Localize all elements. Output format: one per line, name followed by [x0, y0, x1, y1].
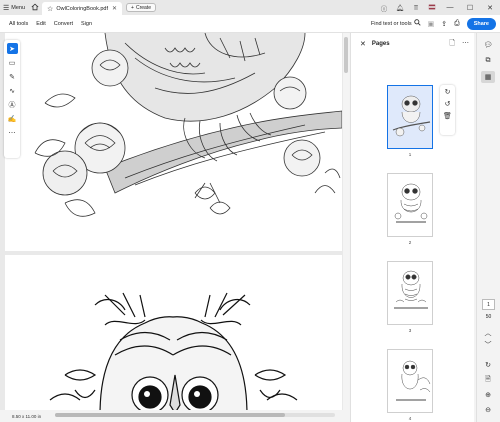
select-cursor-icon[interactable]: ➤: [6, 43, 18, 54]
menu-sign[interactable]: Sign: [77, 21, 96, 27]
delete-page-icon[interactable]: 🗑︎: [443, 112, 452, 120]
acrobat-window: ☰ Menu ☆ OwlColoringBook.pdf ✕ + Create …: [0, 0, 500, 422]
insert-page-icon[interactable]: 🗋︎: [449, 39, 455, 50]
menu-button[interactable]: ☰ Menu: [0, 0, 28, 15]
menu-label: Menu: [11, 4, 26, 11]
owl-on-branch-illustration: [34, 33, 342, 217]
window-controls: ⓘ 🔔︎ ⠿ — ☐ ✕: [376, 0, 500, 15]
menu-all-tools[interactable]: All tools: [0, 21, 32, 27]
upload-icon[interactable]: ⇪: [441, 20, 447, 28]
home-icon: [31, 3, 39, 13]
create-button[interactable]: + Create: [126, 3, 156, 12]
highlight-pen-icon[interactable]: ✎: [7, 71, 18, 82]
thumbnail-2-number: 2: [408, 240, 412, 245]
thumbnail-4-image: [396, 360, 431, 401]
horizontal-scrollbar[interactable]: [55, 413, 335, 417]
find-button[interactable]: Find text or tools: [371, 19, 421, 28]
vertical-scrollbar[interactable]: [343, 33, 349, 410]
print-icon[interactable]: ⎙: [454, 20, 460, 28]
zoom-in-icon[interactable]: ⊕: [481, 389, 495, 401]
comment-icon[interactable]: ▭: [7, 57, 18, 68]
pdf-page-2: [5, 255, 342, 410]
horizontal-scroll-thumb[interactable]: [55, 413, 285, 417]
save-icon[interactable]: ▣: [428, 20, 435, 28]
page-thumbnail-1[interactable]: [387, 85, 433, 149]
find-label: Find text or tools: [370, 20, 412, 27]
status-bar: 8.50 x 11.00 in: [0, 410, 349, 422]
page-thumbnail-4[interactable]: [387, 349, 433, 413]
thumbnail-actions: ↻ ↺ 🗑︎: [440, 85, 455, 135]
rotate-clockwise-icon[interactable]: ↻: [445, 88, 451, 96]
panel-actions: 🗋︎ ⋯: [449, 39, 475, 50]
title-bar: ☰ Menu ☆ OwlColoringBook.pdf ✕ + Create …: [0, 0, 500, 15]
bookmark-panel-icon[interactable]: ⧉: [481, 55, 495, 67]
document-viewport[interactable]: [0, 33, 349, 410]
comments-icon[interactable]: 💬︎: [481, 39, 495, 51]
zoom-out-icon[interactable]: ⊖: [481, 404, 495, 416]
thumbnail-2-image: [394, 183, 428, 223]
page-thumbnail-3[interactable]: [387, 261, 433, 325]
bell-icon[interactable]: 🔔︎: [392, 4, 408, 12]
help-icon[interactable]: ⓘ: [376, 3, 392, 13]
pages-panel-title: Pages: [371, 41, 390, 47]
owl-face-illustration: [49, 292, 298, 410]
thumbnail-1-image: [392, 95, 431, 137]
pages-panel: ✕ Pages 🗋︎ ⋯ 1 2 3 4: [350, 33, 474, 422]
refresh-icon[interactable]: ↻: [481, 359, 495, 371]
menubar-right: Find text or tools ▣ ⇪ ⎙ Share: [371, 17, 500, 30]
search-icon: [413, 19, 421, 28]
tab-title: OwlColoringBook.pdf: [56, 5, 108, 12]
total-pages-label: 50: [485, 314, 492, 320]
apps-grid-icon[interactable]: ⠿: [408, 4, 424, 12]
menu-bar: All tools Edit Convert Sign Find text or…: [0, 15, 500, 33]
close-window-button[interactable]: ✕: [480, 4, 500, 12]
page-size-label: 8.50 x 11.00 in: [12, 413, 42, 419]
right-rail: 💬︎ ⧉ ▦ 1 50 ︿ ﹀ ↻ 🗎︎ ⊕ ⊖: [476, 33, 500, 422]
menu-convert[interactable]: Convert: [50, 21, 77, 27]
sign-icon[interactable]: ✍: [7, 113, 18, 124]
thumbnail-4-number: 4: [408, 416, 412, 421]
chevron-up-icon[interactable]: ︿: [481, 327, 495, 339]
fit-page-icon[interactable]: 🗎︎: [481, 374, 495, 386]
avatar[interactable]: [424, 3, 440, 13]
vertical-scroll-thumb[interactable]: [344, 37, 348, 73]
maximize-button[interactable]: ☐: [460, 4, 480, 12]
home-button[interactable]: [28, 0, 42, 15]
pdf-page-1: [5, 33, 342, 251]
text-box-icon[interactable]: Ⓐ: [7, 99, 18, 110]
pages-panel-icon[interactable]: ▦: [481, 71, 495, 83]
menu-edit[interactable]: Edit: [32, 21, 49, 27]
thumbnail-3-image: [394, 270, 428, 309]
share-button[interactable]: Share: [466, 17, 496, 30]
current-page-input[interactable]: 1: [482, 299, 495, 310]
panel-more-icon[interactable]: ⋯: [462, 39, 469, 50]
rotate-counterclockwise-icon[interactable]: ↺: [445, 100, 451, 108]
page-thumbnail-2[interactable]: [387, 173, 433, 237]
close-tab-icon[interactable]: ✕: [112, 5, 117, 12]
draw-icon[interactable]: ∿: [7, 85, 18, 96]
close-panel-icon[interactable]: ✕: [351, 40, 372, 48]
document-tab[interactable]: ☆ OwlColoringBook.pdf ✕: [42, 2, 123, 15]
more-tools-icon[interactable]: ⋯: [7, 127, 18, 138]
thumbnail-1-number: 1: [408, 152, 412, 157]
hamburger-icon: ☰: [3, 4, 10, 12]
create-label: Create: [135, 4, 151, 11]
chevron-down-icon[interactable]: ﹀: [481, 339, 495, 351]
minimize-button[interactable]: —: [440, 4, 460, 11]
pages-panel-header: ✕ Pages 🗋︎ ⋯: [351, 33, 475, 55]
quick-tools-toolbar: ➤ ▭ ✎ ∿ Ⓐ ✍ ⋯: [4, 40, 20, 158]
thumbnail-3-number: 3: [408, 328, 412, 333]
plus-icon: +: [131, 4, 134, 11]
star-icon[interactable]: ☆: [47, 5, 53, 13]
